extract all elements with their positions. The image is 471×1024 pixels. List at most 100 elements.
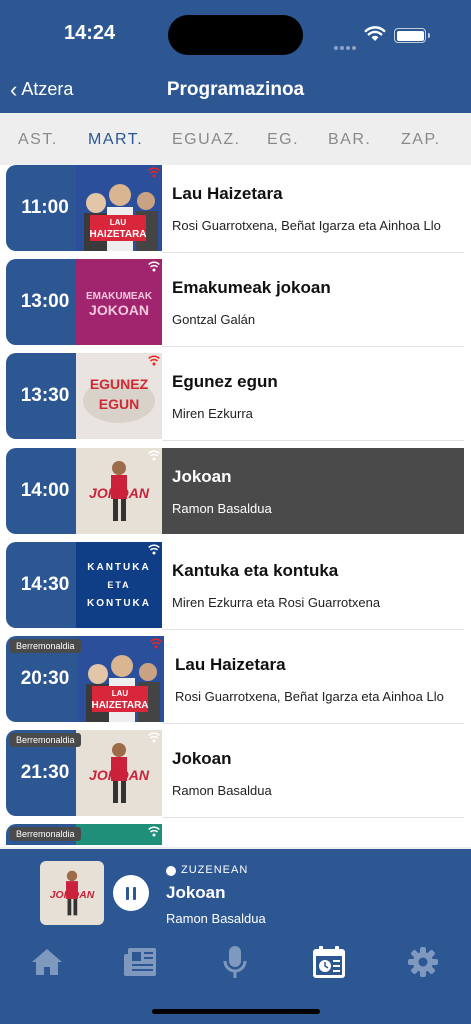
schedule-icon: [313, 946, 345, 978]
settings-icon: [408, 947, 438, 977]
day-tabs: AST. MART. EGUAZ. EG. BAR. ZAP.: [0, 113, 471, 165]
tab-bar[interactable]: BAR.: [328, 131, 371, 149]
broadcast-icon: [150, 638, 162, 649]
rerun-badge: Berremonaldia: [10, 733, 81, 747]
program-title: Egunez egun: [172, 372, 278, 391]
news-icon: [124, 948, 156, 976]
program-row[interactable]: 11:00 LAU HAIZETARA Lau Haizetara Rosi G…: [6, 165, 464, 253]
thumb-text-egunez: EGUNEZ: [90, 376, 149, 392]
broadcast-icon: [148, 544, 160, 555]
thumb-text-emakumeak: EMAKUMEAK: [86, 291, 153, 302]
program-thumbnail: LAU HAIZETARA: [76, 165, 162, 251]
tab-podcasts[interactable]: [217, 944, 253, 980]
row-divider: [162, 723, 464, 724]
tab-news[interactable]: [123, 944, 159, 980]
tab-eg[interactable]: EG.: [267, 131, 299, 149]
player-title: Jokoan: [166, 883, 226, 902]
wifi-icon: [364, 26, 386, 41]
thumb-text-haizetara: HAIZETARA: [91, 700, 148, 711]
program-row[interactable]: 14:30 KANTUKA ETA KONTUKA Kantuka eta ko…: [6, 542, 464, 630]
row-divider: [162, 817, 464, 818]
current-highlight: [156, 448, 464, 534]
app-header: 14:24 ‹ Atzera Programazinoa: [0, 0, 471, 113]
thumb-text-lau: LAU: [112, 689, 129, 698]
program-thumbnail: LAU HAIZETARA: [78, 636, 164, 722]
row-divider: [162, 252, 464, 253]
program-title: Emakumeak jokoan: [172, 278, 331, 297]
program-row[interactable]: Berremonaldia 20:30 LAU HAIZETARA Lau Ha…: [6, 636, 464, 724]
thumb-text-egun: EGUN: [99, 396, 139, 412]
player-host: Ramon Basaldua: [166, 911, 266, 926]
program-thumbnail: JOKOAN: [76, 448, 162, 534]
program-title: Lau Haizetara: [172, 184, 283, 203]
program-title: Lau Haizetara: [175, 655, 286, 674]
thumb-text-kantuka: KANTUKA: [87, 562, 150, 573]
program-title: Jokoan: [172, 467, 232, 486]
row-divider: [162, 346, 464, 347]
pause-button[interactable]: [113, 875, 149, 911]
program-hosts: Gontzal Galán: [172, 312, 256, 327]
tab-mart[interactable]: MART.: [88, 131, 143, 149]
signal-icon: [334, 37, 358, 50]
page-title: Programazinoa: [166, 79, 305, 100]
program-list: 11:00 LAU HAIZETARA Lau Haizetara Rosi G…: [0, 165, 471, 845]
program-hosts: Miren Ezkurra: [172, 406, 253, 421]
microphone-icon: [223, 946, 247, 978]
home-indicator: [152, 1009, 320, 1014]
program-row[interactable]: 13:30 EGUNEZ EGUN Egunez egun Miren Ezku…: [6, 353, 464, 441]
live-dot-icon: [166, 866, 176, 876]
pause-icon: [126, 886, 129, 900]
thumb-text-kontuka: KONTUKA: [87, 598, 151, 609]
program-time: 14:30: [6, 542, 84, 628]
status-bar: 14:24: [0, 0, 471, 60]
broadcast-icon: [148, 261, 160, 272]
thumb-text-haizetara: HAIZETARA: [89, 229, 146, 240]
program-thumbnail: EGUNEZ EGUN: [76, 353, 162, 439]
thumb-text-jokoan: JOKOAN: [89, 302, 149, 318]
program-row[interactable]: Berremonaldia 21:30 JOKOAN Jokoan Ramon …: [6, 730, 464, 818]
program-thumbnail: EMAKUMEAK JOKOAN: [76, 259, 162, 345]
thumb-text-jokoan: JOKOAN: [89, 767, 150, 783]
program-row-current[interactable]: 14:00 JOKOAN Jokoan Ramon Basaldua: [6, 448, 464, 536]
program-hosts: Rosi Guarrotxena, Beñat Igarza eta Ainho…: [175, 689, 444, 704]
thumb-text-lau: LAU: [110, 218, 127, 227]
program-thumbnail: KANTUKA ETA KONTUKA: [76, 542, 162, 628]
pause-icon: [133, 886, 136, 900]
tab-eguaz[interactable]: EGUAZ.: [172, 131, 241, 149]
program-row[interactable]: Berremonaldia: [6, 824, 464, 845]
tab-settings[interactable]: [405, 944, 441, 980]
program-time: 13:00: [6, 259, 84, 345]
thumb-text-jokoan: JOKOAN: [50, 890, 95, 901]
live-label: ZUZENEAN: [181, 864, 249, 876]
tab-zap[interactable]: ZAP.: [401, 131, 441, 149]
status-time: 14:24: [64, 22, 116, 44]
program-hosts: Rosi Guarrotxena, Beñat Igarza eta Ainho…: [172, 218, 441, 233]
rerun-badge: Berremonaldia: [10, 827, 81, 841]
program-hosts: Miren Ezkurra eta Rosi Guarrotxena: [172, 595, 381, 610]
program-title: Kantuka eta kontuka: [172, 561, 339, 580]
program-hosts: Ramon Basaldua: [172, 783, 272, 798]
home-icon: [32, 949, 62, 975]
tab-ast[interactable]: AST.: [18, 131, 58, 149]
broadcast-icon: [148, 450, 160, 461]
program-row[interactable]: 13:00 EMAKUMEAK JOKOAN Emakumeak jokoan …: [6, 259, 464, 347]
broadcast-icon: [148, 355, 160, 366]
thumb-text-eta: ETA: [107, 580, 130, 590]
broadcast-icon: [148, 826, 160, 837]
battery-icon: [394, 28, 430, 43]
program-title: Jokoan: [172, 749, 232, 768]
row-divider: [162, 440, 464, 441]
tab-schedule[interactable]: [311, 944, 347, 980]
program-thumbnail: JOKOAN: [76, 730, 162, 816]
player-artwork: JOKOAN: [40, 861, 104, 925]
program-hosts: Ramon Basaldua: [172, 501, 272, 516]
mini-player[interactable]: JOKOAN ZUZENEAN Jokoan Ramon Basaldua: [0, 847, 471, 934]
program-time: 11:00: [6, 165, 84, 251]
program-time: 13:30: [6, 353, 84, 439]
tab-home[interactable]: [29, 944, 65, 980]
dynamic-island: [168, 15, 303, 55]
rerun-badge: Berremonaldia: [10, 639, 81, 653]
program-time: 14:00: [6, 448, 84, 534]
broadcast-icon: [148, 732, 160, 743]
broadcast-icon: [148, 167, 160, 178]
